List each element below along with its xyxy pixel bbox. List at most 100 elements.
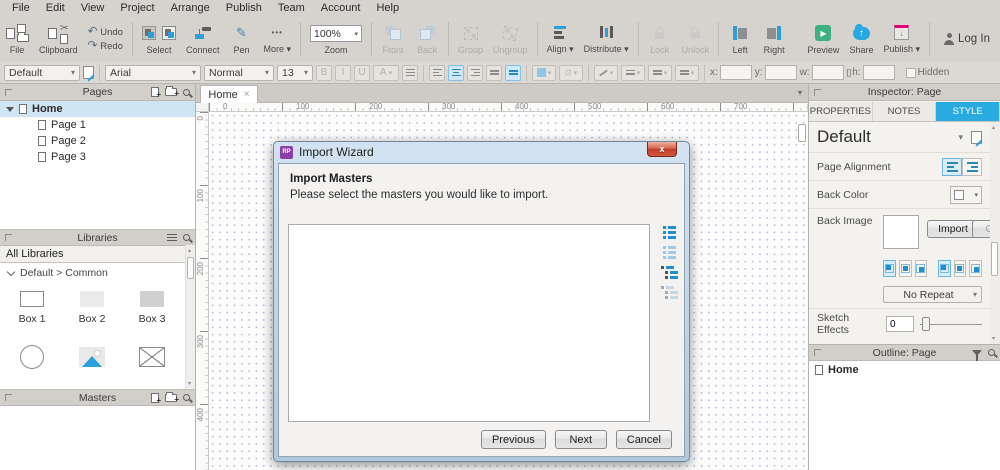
select-intersect-icon[interactable]: [142, 26, 156, 40]
widget-box3[interactable]: Box 3: [124, 291, 180, 325]
add-master-icon[interactable]: [151, 393, 159, 403]
y-input[interactable]: [765, 65, 797, 80]
file-button[interactable]: File: [0, 16, 34, 58]
menu-publish[interactable]: Publish: [218, 1, 270, 15]
menu-help[interactable]: Help: [368, 1, 407, 15]
page-item-page3[interactable]: Page 3: [0, 149, 195, 165]
font-family-dropdown[interactable]: Arial▾: [105, 65, 201, 81]
menu-view[interactable]: View: [73, 1, 113, 15]
inspector-scrollbar[interactable]: ▴ ▾: [990, 122, 1000, 344]
align-text-top-button[interactable]: [486, 65, 502, 81]
menu-team[interactable]: Team: [270, 1, 313, 15]
check-all-icon[interactable]: [661, 266, 678, 279]
hidden-checkbox[interactable]: [906, 68, 916, 78]
libraries-section-row[interactable]: Default > Common: [0, 263, 195, 283]
image-align-vcenter-button[interactable]: [954, 260, 967, 277]
pen-tool[interactable]: ✎ Pen: [224, 16, 258, 58]
filter-icon[interactable]: [972, 350, 982, 356]
line-width-button[interactable]: ▾: [621, 65, 645, 81]
tab-overflow-icon[interactable]: ▾: [798, 88, 802, 97]
scroll-down-icon[interactable]: ▾: [992, 335, 995, 342]
expand-all-icon[interactable]: [663, 226, 676, 239]
search-icon[interactable]: [988, 349, 995, 356]
canvas-scrollbar[interactable]: [797, 112, 808, 470]
back-color-picker[interactable]: ▾: [950, 186, 982, 204]
outline-item-home[interactable]: Home: [809, 361, 1000, 379]
unlock-button[interactable]: Unlock: [677, 16, 715, 58]
back-button[interactable]: Back: [410, 16, 444, 58]
scrollbar-thumb[interactable]: [991, 242, 998, 276]
arrow-style-button[interactable]: ▾: [675, 65, 699, 81]
sketch-value-input[interactable]: [886, 316, 914, 332]
scroll-up-icon[interactable]: ▴: [188, 247, 191, 254]
ungroup-button[interactable]: Ungroup: [488, 16, 533, 58]
clear-image-button[interactable]: Clear: [972, 220, 990, 238]
add-folder-icon[interactable]: [165, 88, 177, 96]
cancel-button[interactable]: Cancel: [616, 430, 672, 449]
repeat-dropdown[interactable]: No Repeat ▾: [883, 286, 982, 303]
widget-box2[interactable]: Box 2: [64, 291, 120, 325]
select-tool[interactable]: Select: [137, 16, 181, 58]
page-item-home[interactable]: Home: [0, 101, 195, 117]
opacity-button[interactable]: ⊡▾: [559, 65, 583, 81]
widget-placeholder[interactable]: [124, 347, 180, 373]
page-align-left-button[interactable]: [942, 158, 962, 176]
align-text-left-button[interactable]: [429, 65, 445, 81]
font-size-dropdown[interactable]: 13▾: [277, 65, 313, 81]
menu-file[interactable]: File: [4, 1, 38, 15]
edit-style-icon[interactable]: [83, 66, 94, 79]
tab-home[interactable]: Home ×: [200, 85, 258, 103]
sketch-slider[interactable]: [920, 316, 982, 332]
expand-triangle-icon[interactable]: [6, 107, 14, 112]
tab-notes[interactable]: NOTES: [873, 102, 937, 121]
dialog-title-bar[interactable]: RP Import Wizard: [280, 145, 374, 159]
add-page-icon[interactable]: [151, 87, 159, 97]
page-item-page1[interactable]: Page 1: [0, 117, 195, 133]
menu-project[interactable]: Project: [112, 1, 162, 15]
image-align-hcenter-button[interactable]: [899, 260, 912, 277]
font-color-button[interactable]: A▾: [373, 65, 399, 81]
align-text-right-button[interactable]: [467, 65, 483, 81]
tab-style[interactable]: STYLE: [936, 102, 1000, 121]
underline-button[interactable]: U: [354, 65, 370, 81]
constrain-icon[interactable]: [ ]: [847, 68, 851, 77]
align-text-middle-button[interactable]: [505, 65, 521, 81]
image-align-right-button[interactable]: [915, 260, 928, 277]
scrollbar-thumb[interactable]: [187, 257, 194, 279]
search-icon[interactable]: [183, 234, 190, 241]
image-align-top-button[interactable]: [938, 260, 951, 277]
zoom-combobox[interactable]: 100%▾: [310, 25, 362, 42]
line-color-button[interactable]: ▾: [594, 65, 618, 81]
next-button[interactable]: Next: [555, 430, 607, 449]
align-text-center-button[interactable]: [448, 65, 464, 81]
collapse-all-icon[interactable]: [663, 246, 676, 259]
edit-style-icon[interactable]: [971, 131, 982, 144]
tab-properties[interactable]: PROPERTIES: [809, 102, 873, 121]
tab-close-icon[interactable]: ×: [244, 89, 250, 100]
widget-image[interactable]: [64, 347, 120, 373]
login-button[interactable]: Log In: [934, 16, 1000, 62]
bold-button[interactable]: B: [316, 65, 332, 81]
page-item-page2[interactable]: Page 2: [0, 133, 195, 149]
more-tools[interactable]: ••• More ▾: [258, 16, 296, 58]
libraries-dropdown[interactable]: All Libraries ▾: [0, 246, 195, 263]
align-right-button[interactable]: Right: [757, 16, 791, 58]
scroll-down-icon[interactable]: ▾: [188, 380, 191, 387]
masters-list-box[interactable]: [288, 224, 650, 422]
back-image-thumbnail[interactable]: [883, 215, 919, 249]
share-button[interactable]: ↑ Share: [844, 16, 878, 58]
image-align-left-button[interactable]: [883, 260, 896, 277]
publish-button[interactable]: ↓ Publish ▾: [878, 16, 925, 58]
menu-arrange[interactable]: Arrange: [163, 1, 218, 15]
select-contain-icon[interactable]: [162, 26, 176, 40]
search-icon[interactable]: [183, 89, 190, 96]
fill-color-button[interactable]: ▾: [532, 65, 556, 81]
page-align-center-button[interactable]: [962, 158, 982, 176]
font-weight-dropdown[interactable]: Normal▾: [204, 65, 274, 81]
align-button[interactable]: Align ▾: [542, 16, 579, 58]
lock-button[interactable]: Lock: [643, 16, 677, 58]
image-align-bottom-button[interactable]: [969, 260, 982, 277]
italic-button[interactable]: I: [335, 65, 351, 81]
line-spacing-button[interactable]: [402, 65, 418, 81]
clipboard-button[interactable]: ✂ Clipboard: [34, 16, 83, 58]
